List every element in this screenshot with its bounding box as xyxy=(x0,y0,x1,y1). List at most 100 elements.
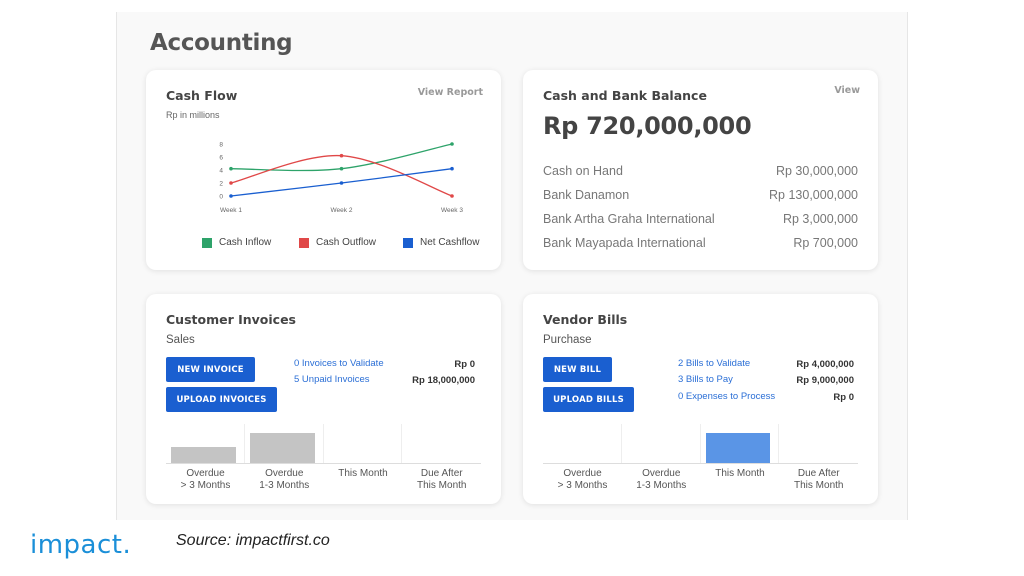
aging-label-line: Due After xyxy=(420,468,463,479)
aging-label-line: This Month xyxy=(338,468,388,479)
legend-net-cashflow: Net Cashflow xyxy=(403,237,479,248)
impact-logo: impact. xyxy=(30,530,132,560)
data-point xyxy=(229,181,233,185)
x-tick-label: Week 2 xyxy=(331,207,353,214)
aging-label-line: This Month xyxy=(794,480,844,491)
aging-column xyxy=(245,424,324,463)
cash-flow-chart: 0 2 4 6 8 Week 1 Week 2 Week 3 xyxy=(219,142,463,215)
aging-column xyxy=(701,424,780,463)
aging-label: This Month xyxy=(324,468,403,480)
balance-row: Bank Mayapada International Rp 700,000 xyxy=(543,236,858,250)
view-link[interactable]: View xyxy=(834,85,860,96)
bills-to-validate-link[interactable]: 2 Bills to Validate xyxy=(678,358,750,369)
y-tick-label: 4 xyxy=(219,168,223,175)
balance-label: Bank Mayapada International xyxy=(543,236,706,250)
balance-row: Bank Artha Graha International Rp 3,000,… xyxy=(543,212,858,226)
legend-label-net: Net Cashflow xyxy=(420,237,480,248)
aging-label-line: 1-3 Months xyxy=(259,480,310,491)
legend-swatch-outflow xyxy=(299,237,309,248)
upload-bills-button[interactable]: UPLOAD BILLS xyxy=(543,387,634,412)
bank-balance-title: Cash and Bank Balance xyxy=(543,88,707,103)
aging-bar[interactable] xyxy=(705,432,771,463)
balance-value: Rp 130,000,000 xyxy=(769,188,858,202)
expenses-to-process-amount: Rp 0 xyxy=(833,392,854,403)
legend-cash-outflow: Cash Outflow xyxy=(299,237,376,248)
y-tick-label: 2 xyxy=(219,181,223,188)
aging-label: Overdue 1-3 Months xyxy=(245,468,324,492)
legend-cash-inflow: Cash Inflow xyxy=(202,237,271,248)
bill-aging-chart xyxy=(543,424,858,464)
aging-column xyxy=(779,424,858,463)
balance-value: Rp 3,000,000 xyxy=(782,212,858,226)
customer-invoices-card: Customer Invoices Sales NEW INVOICE UPLO… xyxy=(146,294,501,504)
aging-label: Due After This Month xyxy=(402,468,481,492)
legend-swatch-inflow xyxy=(202,237,212,248)
aging-label-line: Overdue xyxy=(642,468,681,479)
y-tick-label: 0 xyxy=(219,194,223,201)
aging-label-line: Overdue xyxy=(265,468,304,479)
aging-label-line: This Month xyxy=(715,468,765,479)
aging-bar[interactable] xyxy=(249,432,315,463)
aging-label-line: This Month xyxy=(417,480,467,491)
balance-value: Rp 700,000 xyxy=(793,236,858,250)
balance-row: Bank Danamon Rp 130,000,000 xyxy=(543,188,858,202)
purchase-label: Purchase xyxy=(543,334,592,346)
invoices-to-validate-amount: Rp 0 xyxy=(454,359,475,370)
bills-to-validate-amount: Rp 4,000,000 xyxy=(796,359,854,370)
invoice-aging-chart xyxy=(166,424,481,464)
legend-swatch-net xyxy=(403,237,413,248)
balance-row: Cash on Hand Rp 30,000,000 xyxy=(543,164,858,178)
cash-flow-card: Cash Flow View Report Rp in millions 024… xyxy=(146,70,501,270)
aging-column xyxy=(622,424,701,463)
unpaid-invoices-link[interactable]: 5 Unpaid Invoices xyxy=(294,374,370,385)
aging-label-line: Due After xyxy=(797,468,840,479)
aging-label: Overdue > 3 Months xyxy=(166,468,245,492)
vendor-bills-title: Vendor Bills xyxy=(543,312,628,327)
bills-to-pay-amount: Rp 9,000,000 xyxy=(796,375,854,386)
data-point xyxy=(229,166,233,171)
aging-label: Due After This Month xyxy=(779,468,858,492)
legend-label-outflow: Cash Outflow xyxy=(316,237,377,248)
aging-column xyxy=(543,424,622,463)
aging-label-line: > 3 Months xyxy=(557,480,608,491)
series-line-cash-outflow xyxy=(230,155,453,197)
balance-label: Bank Artha Graha International xyxy=(543,212,715,226)
upload-invoices-button[interactable]: UPLOAD INVOICES xyxy=(166,387,277,412)
aging-label: Overdue > 3 Months xyxy=(543,468,622,492)
data-point xyxy=(339,153,344,158)
expenses-to-process-link[interactable]: 0 Expenses to Process xyxy=(678,391,775,402)
x-tick-label: Week 3 xyxy=(441,207,463,214)
x-tick-label: Week 1 xyxy=(220,207,242,214)
new-invoice-button[interactable]: NEW INVOICE xyxy=(166,357,255,382)
aging-label: Overdue 1-3 Months xyxy=(622,468,701,492)
page-title: Accounting xyxy=(150,30,293,56)
y-tick-label: 8 xyxy=(219,142,223,149)
vendor-bills-card: Vendor Bills Purchase NEW BILL UPLOAD BI… xyxy=(523,294,878,504)
y-tick-label: 6 xyxy=(219,155,223,162)
data-point xyxy=(450,142,454,146)
aging-bar[interactable] xyxy=(171,447,236,463)
aging-label-line: Overdue xyxy=(563,468,602,479)
unpaid-invoices-amount: Rp 18,000,000 xyxy=(412,375,475,386)
aging-label-line: > 3 Months xyxy=(180,480,231,491)
aging-column xyxy=(324,424,403,463)
invoices-to-validate-link[interactable]: 0 Invoices to Validate xyxy=(294,358,384,369)
data-point xyxy=(339,181,344,185)
data-point xyxy=(229,194,233,198)
balance-label: Bank Danamon xyxy=(543,188,630,202)
source-caption: Source: impactfirst.co xyxy=(176,532,330,549)
customer-invoices-title: Customer Invoices xyxy=(166,312,296,327)
data-point xyxy=(339,166,344,171)
bills-to-pay-link[interactable]: 3 Bills to Pay xyxy=(678,374,733,385)
aging-label: This Month xyxy=(701,468,780,480)
data-point xyxy=(450,194,454,198)
aging-column xyxy=(166,424,245,463)
balance-value: Rp 30,000,000 xyxy=(775,164,858,178)
total-balance: Rp 720,000,000 xyxy=(543,112,752,140)
new-bill-button[interactable]: NEW BILL xyxy=(543,357,612,382)
aging-label-line: 1-3 Months xyxy=(636,480,687,491)
aging-label-line: Overdue xyxy=(186,468,225,479)
aging-column xyxy=(402,424,481,463)
bank-balance-card: Cash and Bank Balance View Rp 720,000,00… xyxy=(523,70,878,270)
balance-label: Cash on Hand xyxy=(543,164,623,178)
